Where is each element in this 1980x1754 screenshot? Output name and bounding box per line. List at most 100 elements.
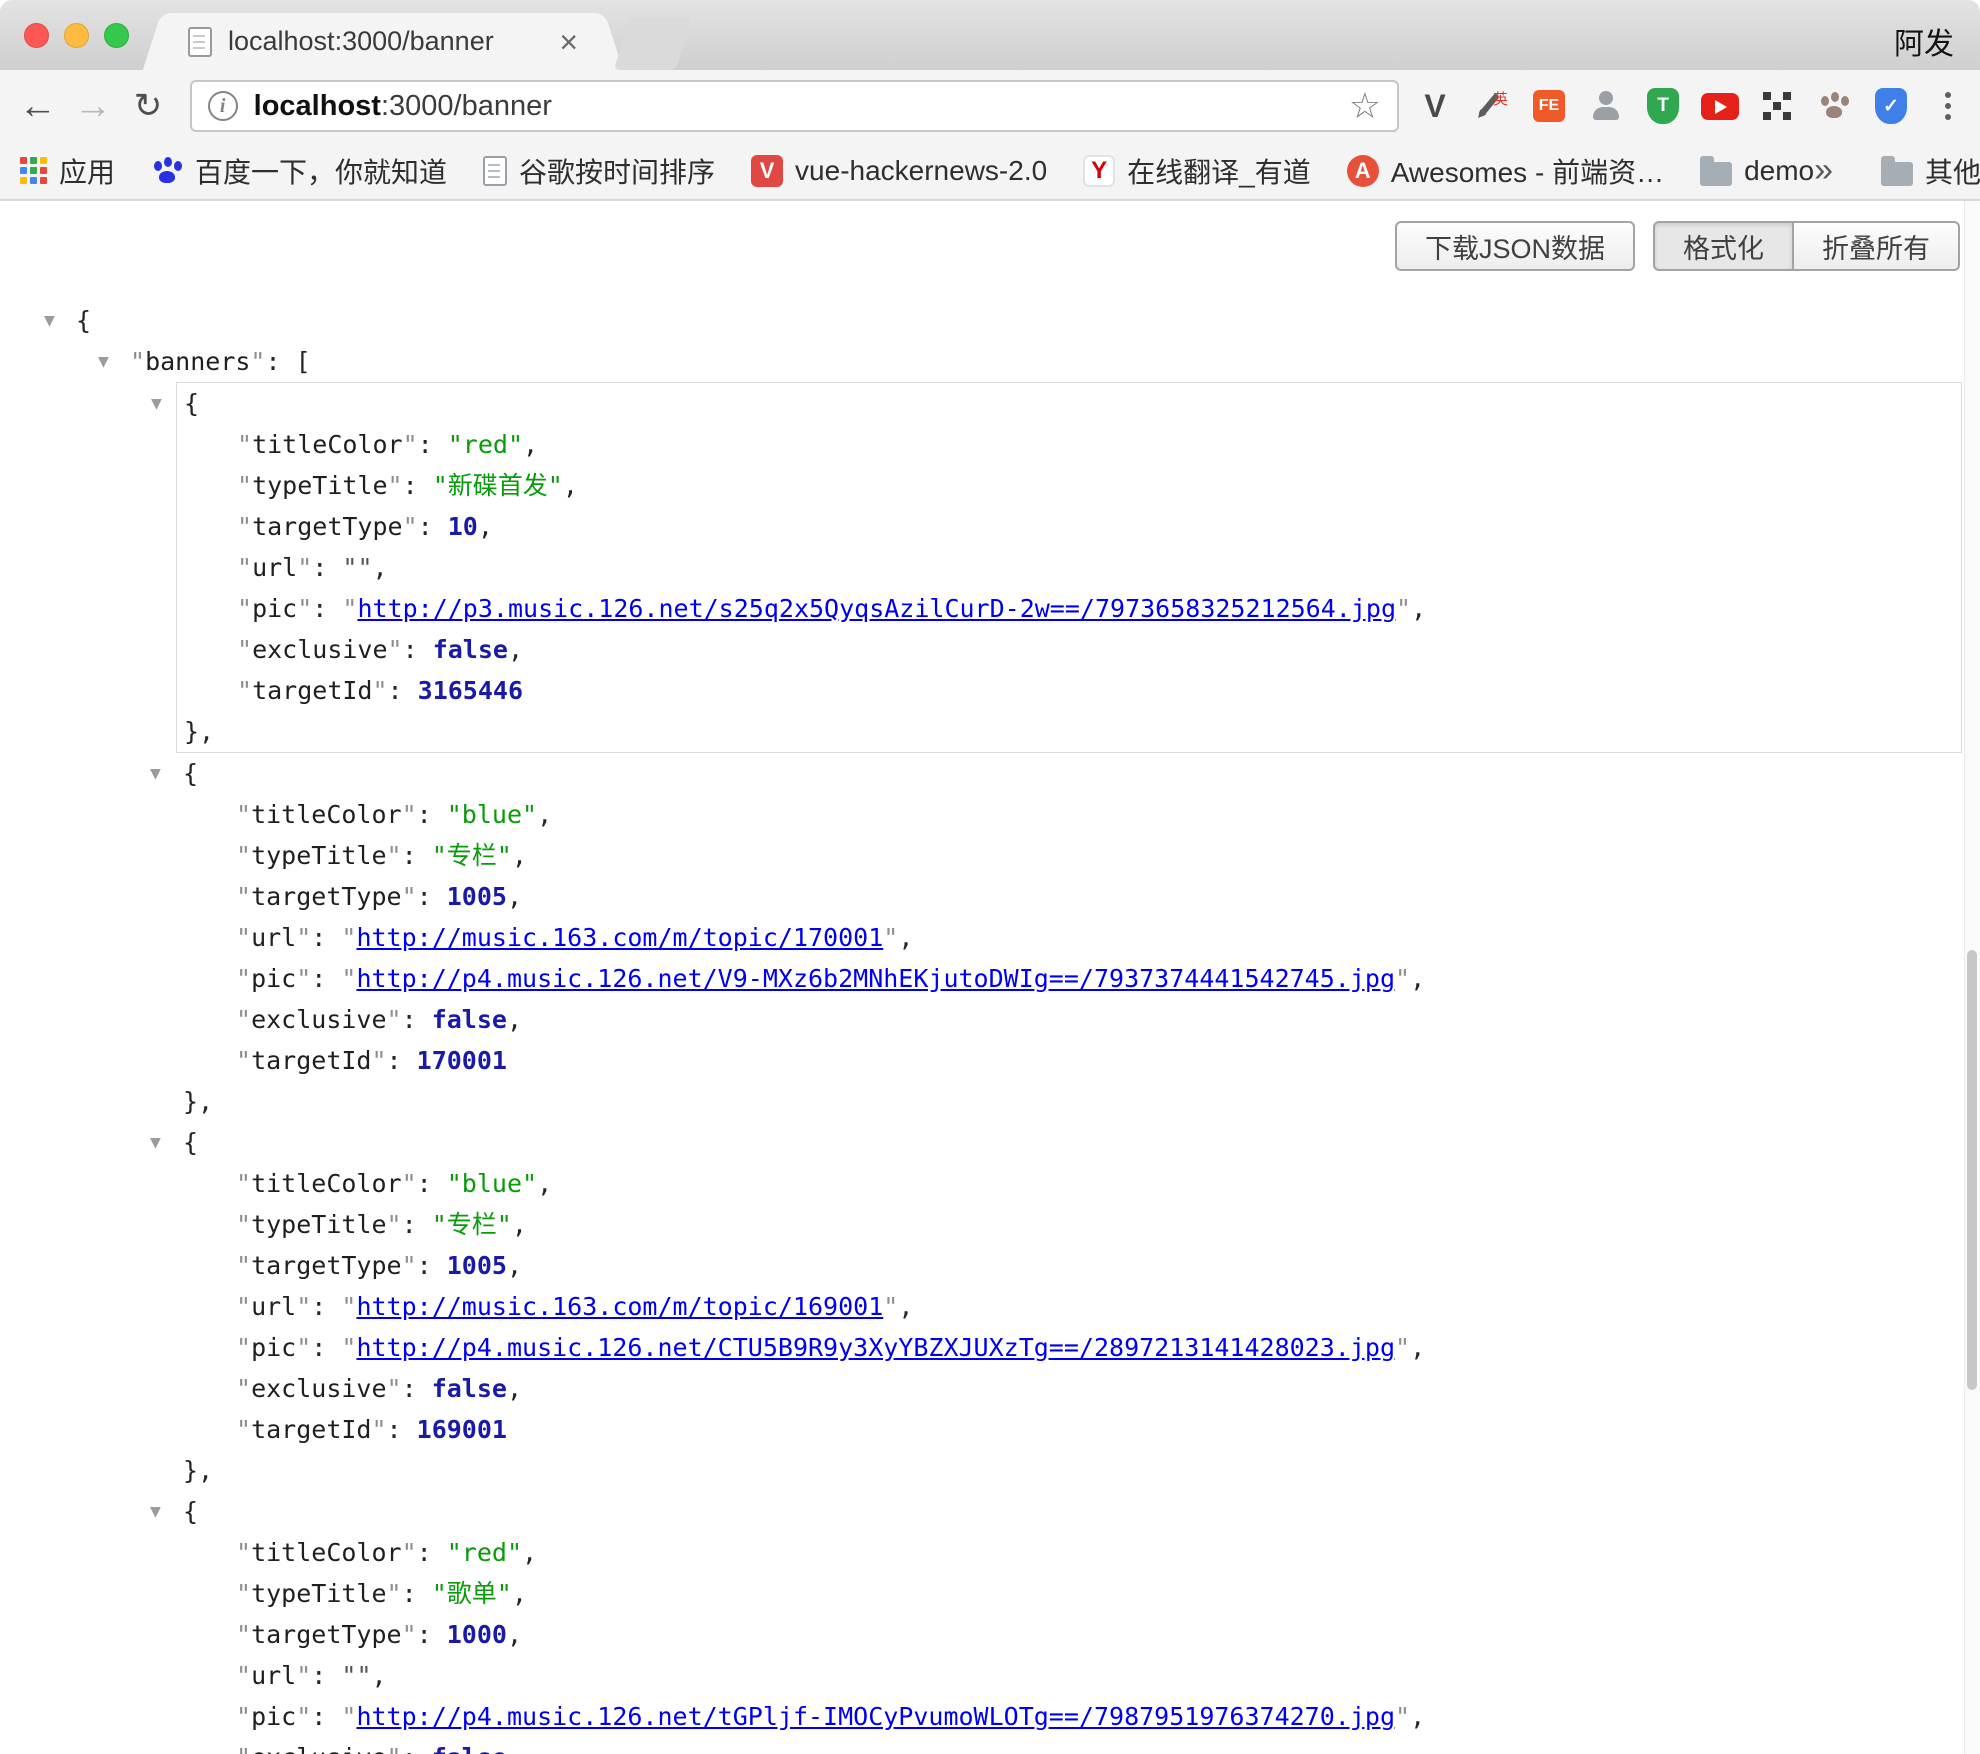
page-info-icon[interactable]: i	[208, 91, 238, 121]
v-icon[interactable]: V	[1413, 84, 1457, 128]
json-key: typeTitle	[251, 1579, 386, 1608]
tab-close-icon[interactable]: ×	[559, 26, 578, 58]
json-key: titleColor	[251, 1169, 402, 1198]
scrollbar-thumb[interactable]	[1967, 950, 1977, 1390]
reload-button[interactable]: ↻	[120, 89, 175, 123]
json-key: typeTitle	[252, 471, 387, 500]
json-quote: "	[236, 1702, 251, 1731]
json-punctuation: ,	[507, 882, 522, 911]
json-punctuation: :	[402, 1374, 432, 1403]
qr-code-icon[interactable]	[1755, 84, 1799, 128]
json-quote: "	[1395, 1333, 1410, 1362]
collapse-toggle-icon[interactable]: ▼	[151, 383, 162, 424]
bookmark-item[interactable]: demo	[1700, 151, 1814, 191]
json-line: "targetType": 1000,	[176, 1614, 1962, 1655]
collapse-toggle-icon[interactable]: ▼	[150, 1122, 161, 1163]
close-window-button[interactable]	[24, 23, 49, 48]
json-line: "pic": "http://p4.music.126.net/CTU5B9R9…	[176, 1327, 1962, 1368]
json-quote: "	[237, 512, 252, 541]
json-key: pic	[251, 964, 296, 993]
json-key: exclusive	[252, 635, 387, 664]
fullscreen-window-button[interactable]	[104, 23, 129, 48]
json-punctuation: :	[387, 1415, 417, 1444]
json-value-boolean: false	[432, 1005, 507, 1034]
json-quote: "	[387, 1743, 402, 1754]
paw-icon[interactable]	[1812, 84, 1856, 128]
overflow-menu-icon[interactable]	[1926, 84, 1970, 128]
json-value-number: 1005	[447, 1251, 507, 1280]
bookmark-item[interactable]: Y在线翻译_有道	[1083, 151, 1311, 191]
collapse-toggle-icon[interactable]: ▼	[44, 300, 55, 341]
json-punctuation: ,	[507, 1251, 522, 1280]
json-punctuation: :	[312, 553, 342, 582]
collapse-toggle-icon[interactable]: ▼	[98, 341, 109, 382]
json-punctuation: ,	[512, 841, 527, 870]
json-line: "pic": "http://p4.music.126.net/V9-MXz6b…	[176, 958, 1962, 999]
json-punctuation: :	[311, 1702, 341, 1731]
json-quote: "	[236, 1743, 251, 1754]
json-line: "typeTitle": "专栏",	[176, 1204, 1962, 1245]
translate-pen-icon[interactable]: 英	[1470, 84, 1514, 128]
json-line: "exclusive": false,	[177, 629, 1961, 670]
json-link[interactable]: http://p4.music.126.net/CTU5B9R9y3XyYBZX…	[356, 1333, 1395, 1362]
scrollbar[interactable]	[1964, 201, 1980, 1754]
json-link[interactable]: http://p4.music.126.net/V9-MXz6b2MNhEKju…	[356, 964, 1395, 993]
download-json-button[interactable]: 下载JSON数据	[1395, 221, 1635, 271]
json-punctuation: :	[417, 800, 447, 829]
bookmark-star-icon[interactable]: ☆	[1349, 85, 1381, 127]
json-link[interactable]: http://p4.music.126.net/tGPljf-IMOCyPvum…	[356, 1702, 1395, 1731]
shield-t-icon[interactable]: T	[1641, 84, 1685, 128]
json-link[interactable]: http://music.163.com/m/topic/169001	[356, 1292, 883, 1321]
json-line: "url": "",	[177, 547, 1961, 588]
json-line: "url": "http://music.163.com/m/topic/169…	[176, 1286, 1962, 1327]
address-bar[interactable]: i localhost:3000/banner ☆	[190, 80, 1399, 132]
json-line: ▼{	[0, 300, 1964, 341]
json-punctuation: :	[311, 923, 341, 952]
json-punctuation: ,	[372, 1661, 387, 1690]
json-link[interactable]: http://p3.music.126.net/s25q2x5QyqsAzilC…	[357, 594, 1396, 623]
bookmark-label: 应用	[59, 151, 115, 191]
profile-name[interactable]: 阿发	[1894, 19, 1954, 63]
bookmarks-overflow-chevron[interactable]: »	[1814, 151, 1833, 190]
format-button[interactable]: 格式化	[1653, 221, 1794, 271]
json-punctuation: ,	[1410, 1702, 1425, 1731]
json-punctuation: ,	[508, 635, 523, 664]
letter-badge-icon: V	[751, 155, 783, 187]
minimize-window-button[interactable]	[64, 23, 89, 48]
other-bookmarks[interactable]: 其他书签	[1881, 151, 1980, 191]
json-quote: "	[297, 553, 312, 582]
json-value-number: 170001	[417, 1046, 507, 1075]
bookmark-item[interactable]: 谷歌按时间排序	[483, 151, 715, 191]
collapse-toggle-icon[interactable]: ▼	[150, 753, 161, 794]
bookmark-apps[interactable]: 应用	[20, 151, 115, 191]
json-punctuation: },	[183, 1087, 213, 1116]
json-punctuation: :	[402, 1005, 432, 1034]
new-tab-button[interactable]	[614, 18, 693, 70]
collapse-toggle-icon[interactable]: ▼	[150, 1491, 161, 1532]
bookmark-label: 谷歌按时间排序	[519, 151, 715, 191]
person-icon[interactable]	[1584, 84, 1628, 128]
shield-check-icon[interactable]: ✓	[1869, 84, 1913, 128]
json-key: exclusive	[251, 1374, 386, 1403]
json-punctuation: :	[402, 1579, 432, 1608]
forward-button: →	[65, 87, 120, 125]
json-punctuation: ,	[898, 923, 913, 952]
tab-title: localhost:3000/banner	[228, 26, 545, 57]
collapse-all-button[interactable]: 折叠所有	[1794, 221, 1960, 271]
page-actions: 下载JSON数据 格式化 折叠所有	[1395, 221, 1960, 271]
json-link[interactable]: http://music.163.com/m/topic/170001	[356, 923, 883, 952]
youtube-play-icon[interactable]	[1698, 84, 1742, 128]
active-tab[interactable]: localhost:3000/banner ×	[168, 13, 598, 70]
fe-badge-icon[interactable]: FE	[1527, 84, 1571, 128]
json-punctuation: :	[311, 1292, 341, 1321]
json-value-string: "blue"	[447, 1169, 537, 1198]
json-key: titleColor	[252, 430, 403, 459]
json-quote: "	[236, 1538, 251, 1567]
bookmark-item[interactable]: 百度一下，你就知道	[151, 151, 447, 191]
back-button[interactable]: ←	[10, 87, 65, 125]
json-line: "targetId": 169001	[176, 1409, 1962, 1450]
json-quote: "	[883, 923, 898, 952]
bookmark-item[interactable]: Vvue-hackernews-2.0	[751, 151, 1047, 191]
json-line: "pic": "http://p3.music.126.net/s25q2x5Q…	[177, 588, 1961, 629]
bookmark-item[interactable]: AAwesomes - 前端资…	[1347, 151, 1664, 191]
